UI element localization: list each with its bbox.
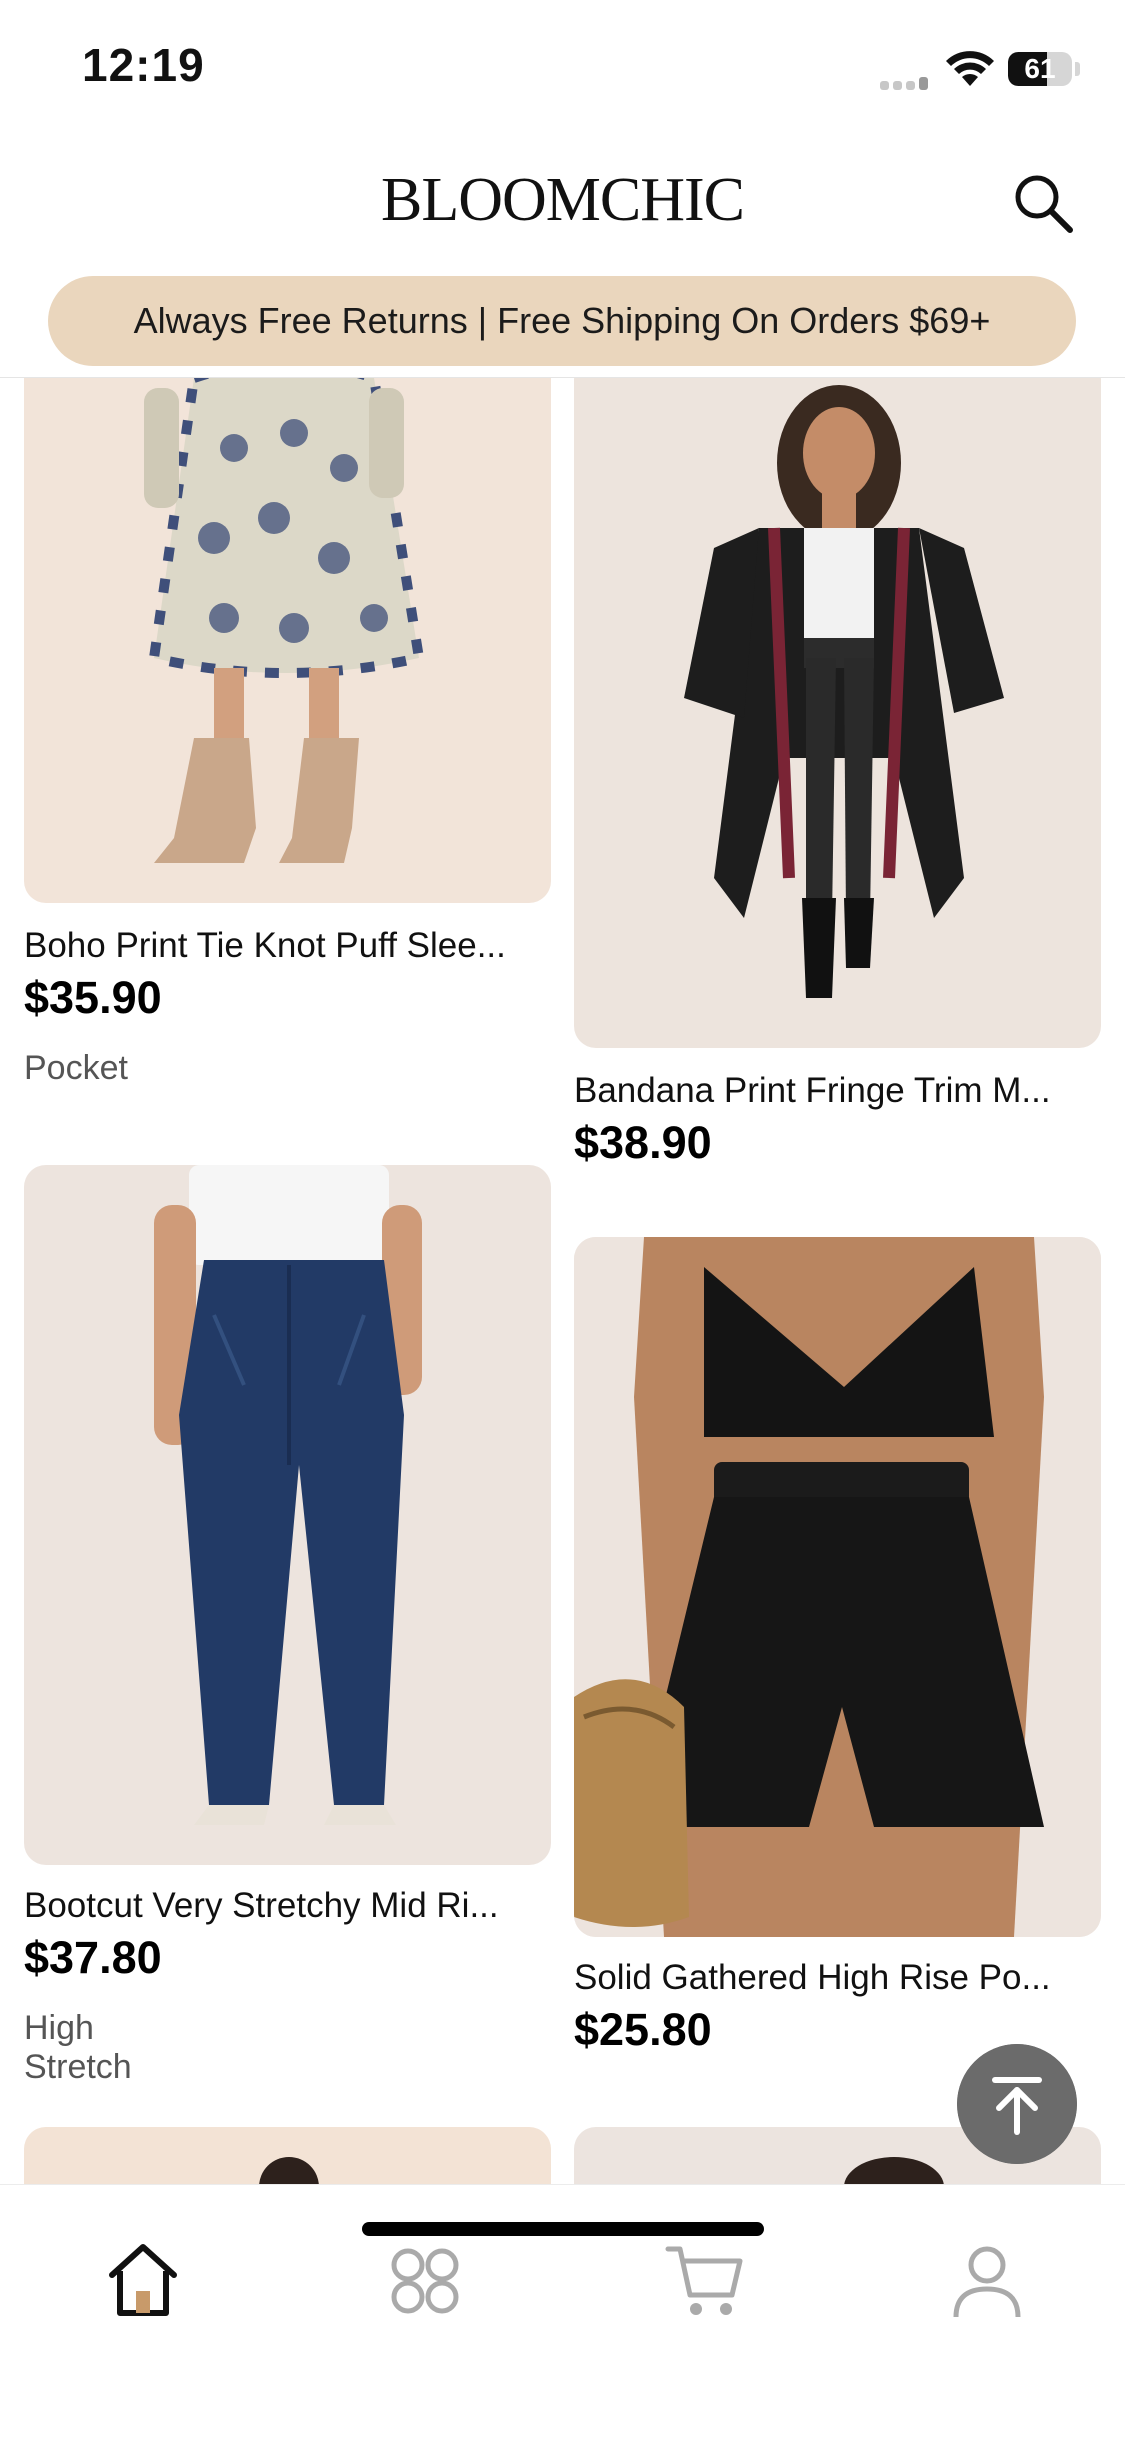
home-indicator [362,2222,764,2236]
battery-icon: 61 [1008,52,1072,86]
product-tag: High Stretch [24,2009,132,2086]
profile-icon[interactable] [942,2235,1032,2325]
product-price: $25.80 [574,2004,712,2055]
product-tag: Pocket [24,1049,128,1087]
product-price: $37.80 [24,1932,162,1983]
product-title[interactable]: Bandana Print Fringe Trim M... [574,1071,1101,1111]
battery-level: 61 [1024,53,1056,84]
product-price: $38.90 [574,1117,712,1168]
product-price: $35.90 [24,972,162,1023]
arrow-up-to-top-icon[interactable] [957,2044,1077,2164]
cellular-signal-icon [880,72,932,90]
wifi-icon [946,51,994,86]
status-time: 12:19 [82,39,205,91]
promo-banner[interactable]: Always Free Returns | Free Shipping On O… [48,276,1076,366]
product-image[interactable] [574,1237,1101,1937]
status-bar: 12:19 61 [0,0,1125,130]
product-grid[interactable]: Boho Print Tie Knot Puff Slee... $35.90 … [0,378,1125,2184]
cart-icon[interactable] [660,2235,750,2325]
home-icon[interactable] [98,2235,188,2325]
search-icon[interactable] [1008,168,1078,238]
product-image[interactable] [24,1165,551,1865]
product-title[interactable]: Bootcut Very Stretchy Mid Ri... [24,1886,551,1926]
app-header: BLOOMCHIC [0,140,1125,260]
product-title[interactable]: Solid Gathered High Rise Po... [574,1958,1101,1998]
brand-logo[interactable]: BLOOMCHIC [0,165,1125,236]
product-image[interactable] [24,378,551,903]
battery-cap [1075,62,1080,76]
product-title[interactable]: Boho Print Tie Knot Puff Slee... [24,926,551,966]
product-image[interactable] [24,2127,551,2184]
category-icon[interactable] [380,2235,470,2325]
product-image[interactable] [574,378,1101,1048]
